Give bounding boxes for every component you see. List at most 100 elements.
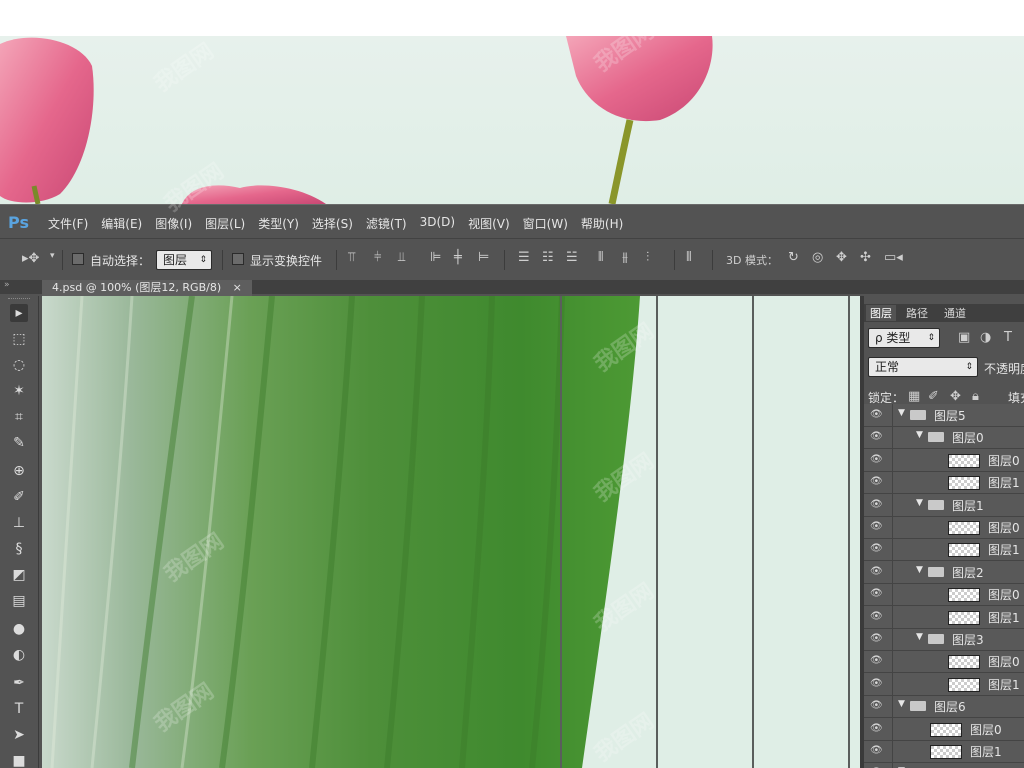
visibility-eye-icon[interactable]: 👁︎ [870, 521, 884, 532]
layer-row[interactable]: 👁︎ 图层0 [864, 516, 1024, 539]
3d-pan-icon[interactable]: ✥ [836, 250, 847, 265]
expand-arrow-icon[interactable]: ▼ [916, 498, 923, 508]
show-transform-checkbox[interactable] [232, 253, 244, 265]
visibility-eye-icon[interactable]: 👁︎ [870, 588, 884, 599]
collapse-icon[interactable]: » [4, 280, 10, 290]
layer-group-row[interactable]: 👁︎ ▼ 图层1 [864, 493, 1024, 517]
distribute-bottom-icon[interactable]: ☱ [566, 250, 578, 265]
align-left-icon[interactable]: ⊫ [430, 250, 441, 265]
distribute-left-icon[interactable]: ⫴ [598, 250, 603, 265]
lock-transparent-icon[interactable]: ▦ [908, 389, 920, 404]
eraser-tool-icon[interactable]: ◩ [10, 566, 28, 584]
align-vcenter-icon[interactable]: ⫩ [374, 250, 381, 265]
layer-group-row[interactable]: 👁︎▼图层7 [864, 762, 1024, 768]
distribute-vcenter-icon[interactable]: ☷ [542, 250, 554, 265]
blur-tool-icon[interactable]: ● [10, 620, 28, 638]
menu-item[interactable]: 窗口(W) [523, 215, 568, 232]
magic-wand-tool-icon[interactable]: ✶ [10, 382, 28, 400]
document-tab[interactable]: 4.psd @ 100% (图层12, RGB/8) × [42, 280, 252, 296]
distribute-hcenter-icon[interactable]: ⫵ [622, 250, 628, 265]
visibility-eye-icon[interactable]: 👁︎ [870, 409, 884, 420]
layer-row[interactable]: 👁︎ 图层1 [864, 672, 1024, 696]
guide-line[interactable] [656, 296, 658, 768]
lock-position-icon[interactable]: ✥ [950, 389, 961, 404]
gradient-tool-icon[interactable]: ▤ [10, 592, 28, 610]
visibility-eye-icon[interactable]: 👁︎ [870, 655, 884, 666]
menu-item[interactable]: 类型(Y) [258, 215, 299, 232]
dodge-tool-icon[interactable]: ◐ [10, 646, 28, 664]
path-selection-tool-icon[interactable]: ➤ [10, 726, 28, 744]
lasso-tool-icon[interactable]: ◌ [10, 356, 28, 374]
blend-mode-dropdown[interactable]: 正常 ⇕ [868, 357, 978, 377]
auto-align-icon[interactable]: ⦀ [686, 250, 692, 265]
align-hcenter-icon[interactable]: ╪ [454, 250, 462, 265]
menu-item[interactable]: 图层(L) [205, 215, 245, 232]
visibility-eye-icon[interactable]: 👁︎ [870, 499, 884, 510]
layer-row[interactable]: 👁︎ 图层0 [864, 717, 1024, 741]
expand-arrow-icon[interactable]: ▼ [898, 699, 905, 709]
menu-item[interactable]: 编辑(E) [101, 215, 142, 232]
distribute-right-icon[interactable]: ⫶ [646, 250, 649, 265]
visibility-eye-icon[interactable]: 👁︎ [870, 454, 884, 465]
layer-group-row[interactable]: 👁︎ ▼ 图层2 [864, 560, 1024, 584]
layer-row[interactable]: 👁︎ 图层0 [864, 650, 1024, 674]
tab-channels[interactable]: 通道 [944, 305, 966, 321]
expand-arrow-icon[interactable]: ▼ [916, 430, 923, 440]
document-canvas[interactable] [42, 296, 860, 768]
visibility-eye-icon[interactable]: 👁︎ [870, 543, 884, 554]
guide-line[interactable] [752, 296, 754, 768]
tab-paths[interactable]: 路径 [906, 305, 928, 321]
menu-item[interactable]: 视图(V) [468, 215, 510, 232]
visibility-eye-icon[interactable]: 👁︎ [870, 611, 884, 622]
tab-layers[interactable]: 图层 [866, 305, 896, 321]
3d-slide-icon[interactable]: ✣ [860, 250, 871, 265]
layer-row[interactable]: 👁︎ 图层1 [864, 605, 1024, 629]
clone-stamp-tool-icon[interactable]: ⊥ [10, 514, 28, 532]
layer-row[interactable]: 👁︎ 图层0 [864, 583, 1024, 607]
visibility-eye-icon[interactable]: 👁︎ [870, 476, 884, 487]
visibility-eye-icon[interactable]: 👁︎ [870, 700, 884, 711]
visibility-eye-icon[interactable]: 👁︎ [870, 723, 884, 734]
crop-tool-icon[interactable]: ⌗ [10, 408, 28, 426]
expand-arrow-icon[interactable]: ▼ [916, 632, 923, 642]
menu-item[interactable]: 图像(I) [155, 215, 192, 232]
guide-line[interactable] [848, 296, 850, 768]
menu-item[interactable]: 帮助(H) [581, 215, 623, 232]
visibility-eye-icon[interactable]: 👁︎ [870, 678, 884, 689]
layer-group-row[interactable]: 👁︎ ▼ 图层5 [864, 404, 1024, 427]
auto-select-dropdown[interactable]: 图层 ⇕ [156, 250, 212, 270]
eyedropper-tool-icon[interactable]: ✎ [10, 434, 28, 452]
align-bottom-icon[interactable]: ⫫ [398, 250, 405, 265]
layer-row[interactable]: 👁︎ 图层0 [864, 448, 1024, 472]
layer-group-row[interactable]: 👁︎ ▼ 图层3 [864, 628, 1024, 651]
layer-row[interactable]: 👁︎ 图层1 [864, 740, 1024, 763]
3d-rotate-icon[interactable]: ↻ [788, 250, 799, 265]
layer-group-row[interactable]: 👁︎ ▼ 图层6 [864, 695, 1024, 719]
menu-item[interactable]: 滤镜(T) [366, 215, 407, 232]
tool-preset-dropdown-icon[interactable]: ▾ [50, 251, 55, 261]
pen-tool-icon[interactable]: ✒ [10, 674, 28, 692]
auto-select-checkbox[interactable] [72, 253, 84, 265]
move-tool-icon[interactable]: ▸✥ [22, 251, 39, 266]
expand-arrow-icon[interactable]: ▼ [916, 565, 923, 575]
3d-roll-icon[interactable]: ◎ [812, 250, 823, 265]
move-tool-icon[interactable]: ▸ [10, 304, 28, 322]
menu-item[interactable]: 选择(S) [312, 215, 353, 232]
align-top-icon[interactable]: ⫪ [348, 250, 355, 265]
visibility-eye-icon[interactable]: 👁︎ [870, 566, 884, 577]
align-right-icon[interactable]: ⊨ [478, 250, 489, 265]
type-tool-icon[interactable]: T [10, 700, 28, 718]
filter-type-icon[interactable]: T [1004, 330, 1012, 345]
visibility-eye-icon[interactable]: 👁︎ [870, 633, 884, 644]
3d-scale-icon[interactable]: ▭◂ [884, 250, 903, 265]
layer-row[interactable]: 👁︎ 图层1 [864, 471, 1024, 495]
filter-adjustment-icon[interactable]: ◑ [980, 330, 991, 345]
history-brush-tool-icon[interactable]: § [10, 540, 28, 558]
layer-filter-dropdown[interactable]: ρ 类型 ⇕ [868, 328, 940, 348]
layer-group-row[interactable]: 👁︎ ▼ 图层0 [864, 426, 1024, 450]
brush-tool-icon[interactable]: ✐ [10, 488, 28, 506]
healing-brush-tool-icon[interactable]: ⊕ [10, 462, 28, 480]
menu-item[interactable]: 文件(F) [48, 215, 88, 232]
lock-all-icon[interactable]: 🔒︎ [972, 389, 979, 404]
distribute-top-icon[interactable]: ☰ [518, 250, 530, 265]
